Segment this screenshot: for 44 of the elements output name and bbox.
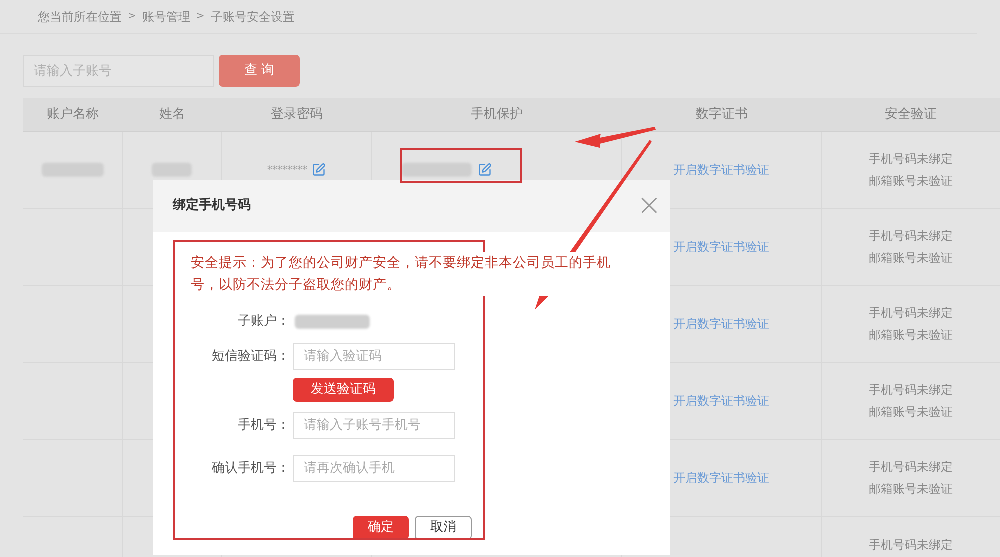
edit-icon[interactable] [478, 163, 492, 177]
security-status: 邮箱账号未验证 [869, 173, 953, 189]
cert-link[interactable]: 开启数字证书验证 [674, 392, 770, 410]
column-header: 安全验证 [885, 106, 937, 124]
input-field[interactable]: 请输入子账号手机号 [293, 412, 455, 439]
column-header: 账户名称 [47, 106, 99, 124]
breadcrumb-separator: > [196, 10, 205, 24]
security-status: 手机号码未绑定 [869, 305, 953, 321]
security-status: 手机号码未绑定 [869, 151, 953, 167]
masked-password: ******** [268, 164, 308, 178]
breadcrumb-item[interactable]: 账号管理 [142, 8, 190, 26]
cert-link[interactable]: 开启数字证书验证 [674, 238, 770, 256]
close-button[interactable]: × [636, 191, 662, 221]
cert-link[interactable]: 开启数字证书验证 [674, 315, 770, 333]
search-button[interactable]: 查 询 [219, 55, 300, 87]
column-header: 手机保护 [471, 106, 523, 124]
breadcrumb-item[interactable]: 您当前所在位置 [38, 8, 122, 26]
dialog-title: 绑定手机号码 [173, 196, 251, 216]
column-header: 姓名 [160, 106, 186, 124]
security-status: 邮箱账号未验证 [869, 481, 953, 497]
column-header: 登录密码 [271, 106, 323, 124]
cert-link[interactable]: 开启数字证书验证 [674, 161, 770, 179]
input-field[interactable]: 请输入验证码 [293, 343, 455, 370]
security-status: 邮箱账号未验证 [869, 404, 953, 420]
breadcrumb-separator: > [128, 10, 136, 24]
security-status: 手机号码未绑定 [869, 459, 953, 475]
security-status: 手机号码未绑定 [869, 537, 953, 553]
field-label: 确认手机号： [211, 460, 290, 478]
security-status: 邮箱账号未验证 [869, 250, 953, 266]
cert-link[interactable]: 开启数字证书验证 [674, 469, 770, 487]
field-label: 手机号： [237, 416, 290, 435]
security-status: 邮箱账号未验证 [869, 327, 953, 343]
edit-icon[interactable] [312, 163, 326, 177]
breadcrumb-item: 子账号安全设置 [210, 8, 295, 26]
input-field[interactable]: 请再次确认手机 [293, 455, 455, 482]
send-code-button[interactable]: 发送验证码 [293, 378, 394, 402]
blurred-text [402, 163, 472, 177]
confirm-button[interactable]: 确定 [353, 516, 409, 540]
column-header: 数字证书 [696, 106, 748, 124]
cancel-button[interactable]: 取消 [415, 516, 472, 540]
field-label: 短信验证码： [211, 348, 290, 366]
security-status: 手机号码未绑定 [869, 382, 953, 398]
security-status: 手机号码未绑定 [869, 228, 953, 244]
field-label: 子账户： [237, 312, 290, 331]
